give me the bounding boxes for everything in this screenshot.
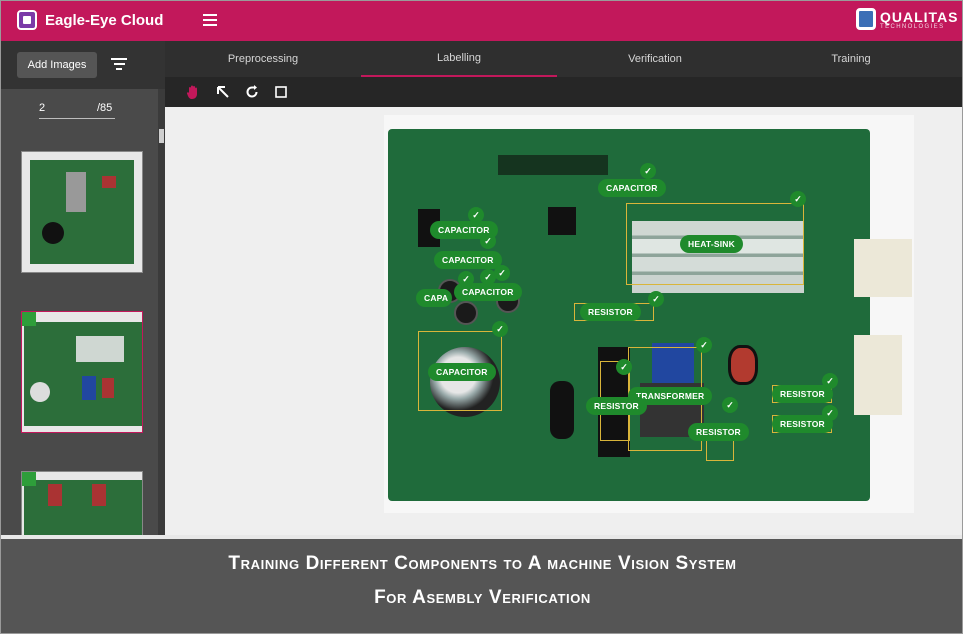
thumb-heatsink <box>66 172 86 212</box>
image-pager[interactable]: 2 /85 <box>39 101 115 119</box>
component-label[interactable]: CAPA <box>416 289 453 307</box>
verified-check-icon[interactable]: ✓ <box>458 271 474 287</box>
component-label[interactable]: HEAT-SINK <box>680 235 743 253</box>
image-thumbnail-1[interactable] <box>21 151 143 273</box>
rotate-icon[interactable] <box>244 84 260 100</box>
thumb-part <box>48 484 62 506</box>
labelling-toolbar <box>165 77 962 107</box>
inductor-coil <box>728 345 758 385</box>
sidebar-toolbar: Add Images <box>1 41 165 89</box>
arrow-icon[interactable] <box>215 84 231 100</box>
verified-check-icon[interactable]: ✓ <box>696 337 712 353</box>
thumb-part <box>92 484 106 506</box>
verified-check-icon[interactable]: ✓ <box>494 265 510 281</box>
cylinder-part <box>550 381 574 439</box>
hand-icon[interactable] <box>185 84 201 100</box>
thumb-part <box>82 376 96 400</box>
verified-check-icon[interactable]: ✓ <box>492 321 508 337</box>
component-label[interactable]: CAPACITOR <box>434 251 502 269</box>
caption-line-2: For Asembly Verification <box>374 587 591 608</box>
component-label[interactable]: RESISTOR <box>580 303 641 321</box>
brand-logo: QUALITAS TECHNOLOGIES <box>856 8 958 34</box>
thumb-capacitor <box>42 222 64 244</box>
verified-check-icon[interactable]: ✓ <box>616 359 632 375</box>
pager-current-input[interactable]: 2 <box>39 102 45 114</box>
app-logo-icon <box>17 10 37 30</box>
sidebar-scrollbar[interactable] <box>158 89 165 535</box>
app-title: Eagle-Eye Cloud <box>45 12 164 29</box>
tab-preprocessing[interactable]: Preprocessing <box>165 41 361 77</box>
hamburger-menu-icon[interactable] <box>203 14 217 26</box>
filter-icon[interactable] <box>111 58 127 70</box>
brand-subtitle: TECHNOLOGIES <box>880 24 945 30</box>
thumb-capacitor <box>30 382 50 402</box>
ic-chip <box>548 207 576 235</box>
small-capacitor <box>454 301 478 325</box>
tab-verification[interactable]: Verification <box>557 41 753 77</box>
verified-check-icon[interactable]: ✓ <box>468 207 484 223</box>
thumb-selected-marker <box>22 312 36 326</box>
component-label[interactable]: RESISTOR <box>688 423 749 441</box>
tab-labelling[interactable]: Labelling <box>361 41 557 77</box>
thumb-marker <box>22 472 36 486</box>
component-label[interactable]: CAPACITOR <box>598 179 666 197</box>
output-connector <box>854 335 902 415</box>
verified-check-icon[interactable]: ✓ <box>822 373 838 389</box>
caption-line-1: Training Different Components to A machi… <box>228 553 737 574</box>
verified-check-icon[interactable]: ✓ <box>822 405 838 421</box>
image-thumbnail-2[interactable] <box>21 311 143 433</box>
component-label[interactable]: CAPACITOR <box>428 363 496 381</box>
sidebar-scroll-thumb[interactable] <box>159 129 164 143</box>
header-connector <box>498 155 608 175</box>
video-caption: Training Different Components to A machi… <box>1 539 962 633</box>
add-images-button[interactable]: Add Images <box>17 52 97 78</box>
component-label[interactable]: RESISTOR <box>586 397 647 415</box>
thumb-heatsink <box>76 336 124 362</box>
square-icon[interactable] <box>273 84 289 100</box>
verified-check-icon[interactable]: ✓ <box>640 163 656 179</box>
brand-name: QUALITAS <box>880 9 959 25</box>
thumb-part <box>102 378 114 398</box>
tab-training[interactable]: Training <box>753 41 949 77</box>
power-connector <box>854 239 912 297</box>
verified-check-icon[interactable]: ✓ <box>648 291 664 307</box>
top-header: Eagle-Eye Cloud QUALITAS TECHNOLOGIES <box>1 1 962 41</box>
pcb-image[interactable]: CAPACITOR ✓ HEAT-SINK ✓ CAPACITOR ✓ ✓ CA… <box>384 115 914 513</box>
labelling-canvas[interactable]: CAPACITOR ✓ HEAT-SINK ✓ CAPACITOR ✓ ✓ CA… <box>165 107 962 535</box>
pager-total: /85 <box>97 102 113 114</box>
verified-check-icon[interactable]: ✓ <box>722 397 738 413</box>
component-label[interactable]: RESISTOR <box>772 385 833 403</box>
thumb-part <box>102 176 116 188</box>
verified-check-icon[interactable]: ✓ <box>790 191 806 207</box>
workflow-tabs: Preprocessing Labelling Verification Tra… <box>165 41 962 77</box>
verified-check-icon[interactable]: ✓ <box>480 233 496 249</box>
image-sidebar: Add Images 2 /85 <box>1 41 165 593</box>
app-window: Eagle-Eye Cloud QUALITAS TECHNOLOGIES Ad… <box>0 0 963 634</box>
brand-mark-icon <box>856 8 876 30</box>
